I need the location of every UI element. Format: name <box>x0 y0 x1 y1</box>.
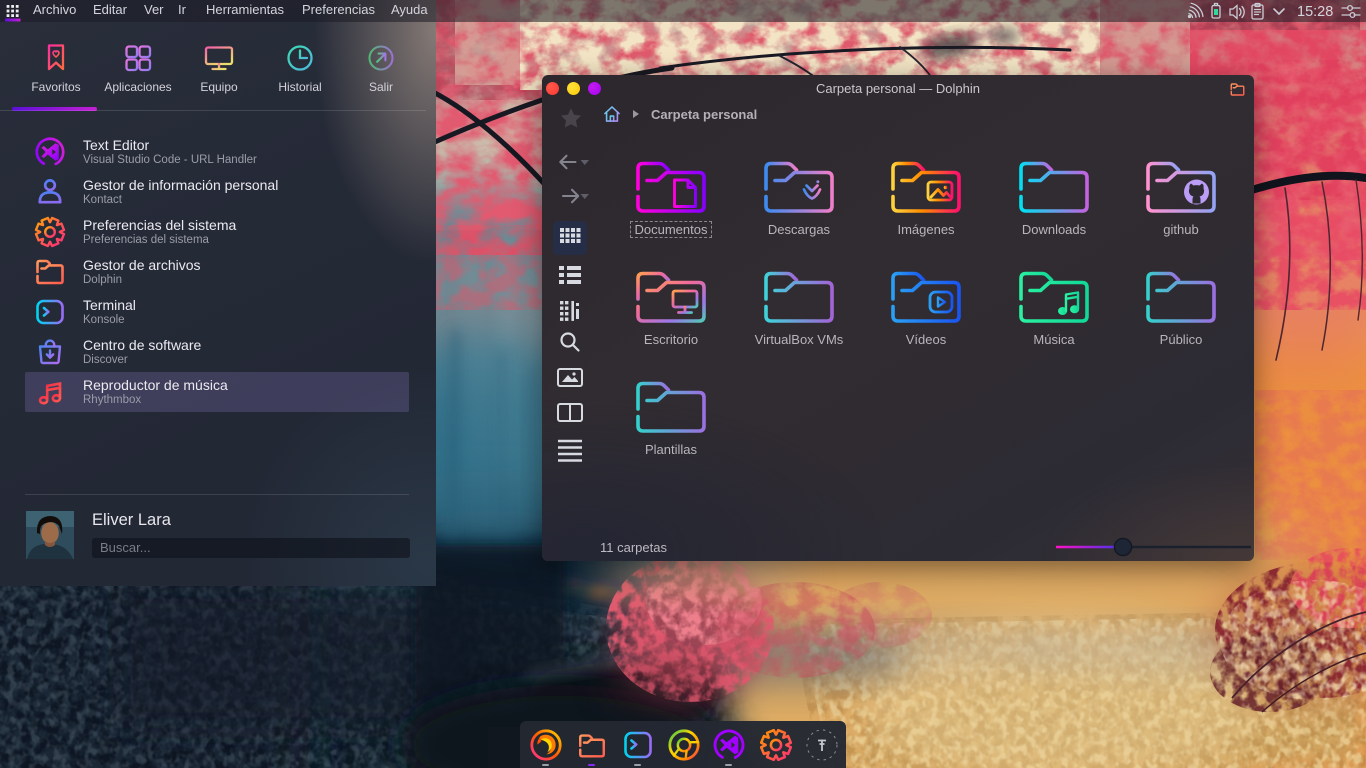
svg-text:15:28: 15:28 <box>1297 4 1333 20</box>
